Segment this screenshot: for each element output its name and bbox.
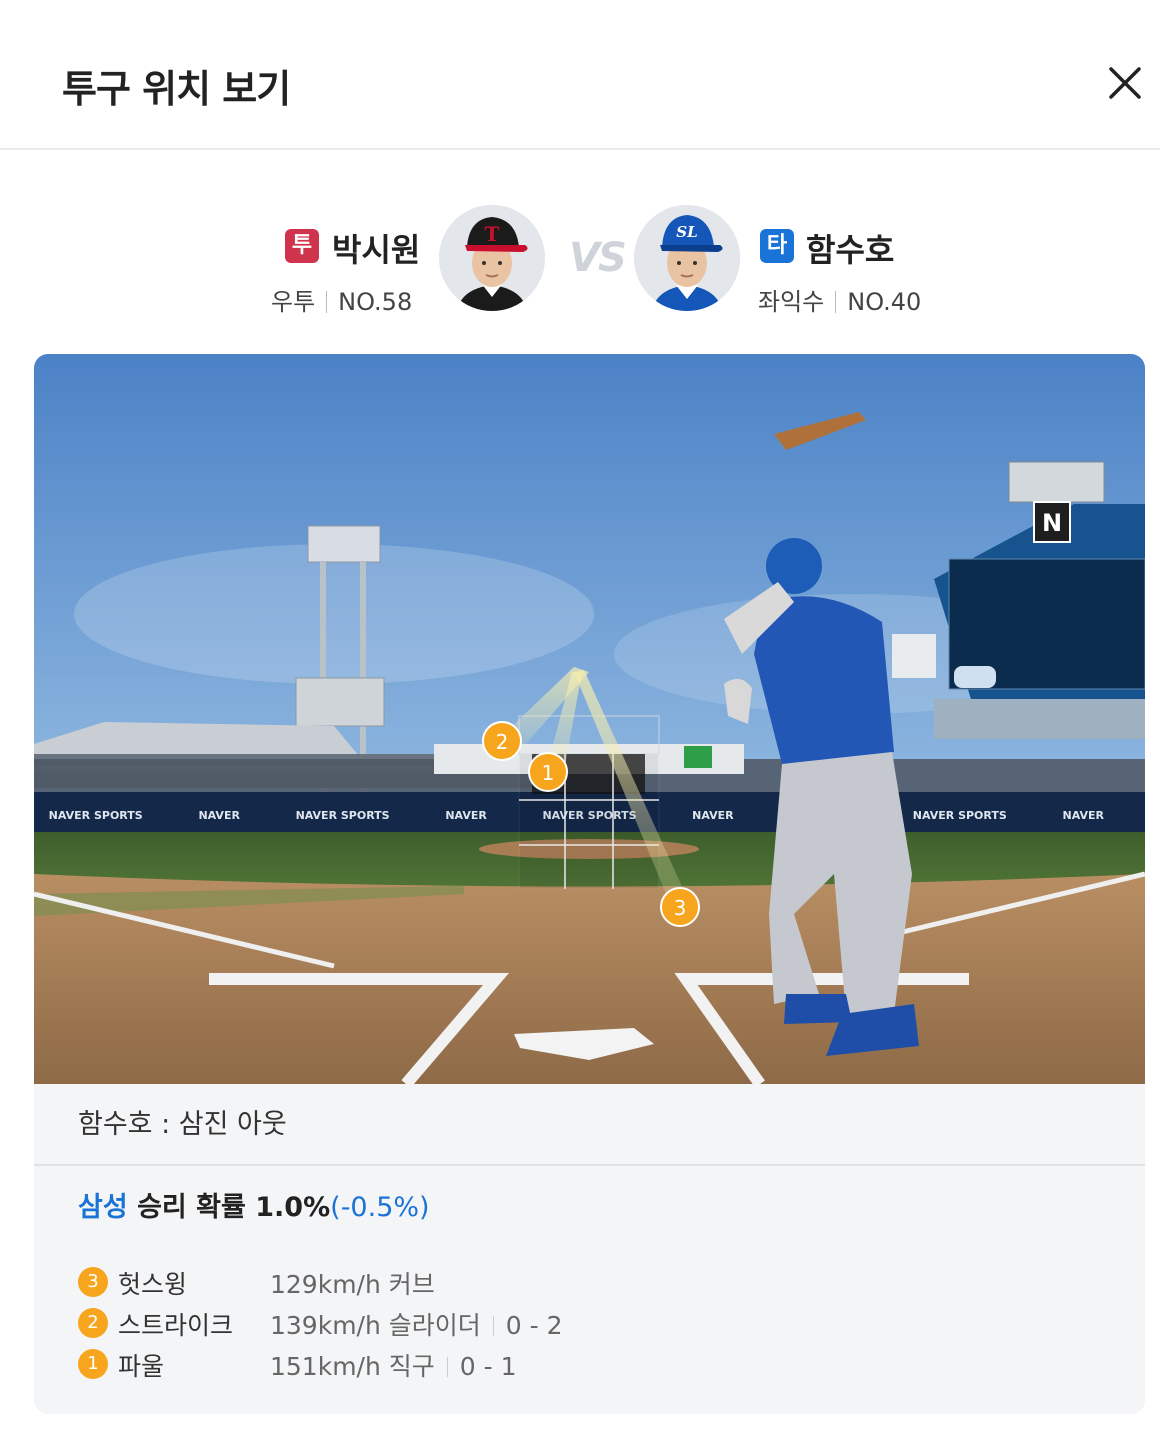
close-icon[interactable]: [1100, 58, 1150, 108]
modal-title: 투구 위치 보기: [62, 67, 291, 111]
wall-banner-text: NAVER: [445, 809, 487, 822]
pitch-number-badge: 1: [78, 1349, 108, 1379]
wall-banner-text: NAVER: [1063, 809, 1105, 822]
pitcher-badge: 투: [285, 229, 319, 263]
pitcher-meta: 우투 NO.58: [271, 282, 412, 317]
win-probability-value: 1.0%: [255, 1192, 331, 1223]
batter-badge: 타: [760, 229, 794, 263]
wall-banner-text: NAVER SPORTS: [49, 809, 143, 822]
pitch-location-field: N NAVER SPORTS NAVER NAVER SPORTS NAVER NAVE…: [34, 354, 1145, 1084]
batter-avatar[interactable]: SL: [634, 205, 740, 311]
at-bat-summary: 함수호 : 삼진 아웃 삼성 승리 확률 1.0%(-0.5%) 3 헛스윙 1…: [34, 1084, 1145, 1414]
pitch-marker-2[interactable]: 2: [482, 721, 522, 761]
pitcher-number: NO.58: [338, 288, 413, 316]
batter-meta: 좌익수 NO.40: [758, 282, 921, 317]
svg-text:3: 3: [674, 896, 687, 920]
win-probability-label: 승리 확률: [137, 1192, 246, 1223]
pitch-info: 151km/h 직구 0 - 1: [270, 1347, 517, 1383]
pitcher-hand: 우투: [271, 288, 316, 316]
pitch-info: 129km/h 커브: [270, 1265, 435, 1301]
pitch-marker-3[interactable]: 3: [660, 887, 700, 927]
pitch-location-modal: 투구 위치 보기 투 박시원 우투 NO.58 T VS SL 타 함수호 좌익…: [0, 0, 1160, 1429]
pitch-speed: 129km/h: [270, 1270, 381, 1299]
wall-banner-text: NAVER: [198, 809, 240, 822]
batter-hand: 좌익수: [758, 288, 825, 316]
at-bat-result: 함수호 : 삼진 아웃: [78, 1109, 287, 1140]
win-probability: 삼성 승리 확률 1.0%(-0.5%): [78, 1185, 430, 1224]
pitch-speed: 139km/h: [270, 1311, 381, 1340]
pitch-type: 직구: [388, 1352, 435, 1381]
pitch-result: 파울: [118, 1352, 165, 1381]
svg-text:N: N: [1042, 509, 1062, 537]
pitch-type: 슬라이더: [388, 1311, 481, 1340]
pitch-info: 139km/h 슬라이더 0 - 2: [270, 1306, 563, 1342]
svg-text:SL: SL: [676, 223, 697, 241]
svg-text:1: 1: [542, 761, 555, 785]
batter-name[interactable]: 함수호: [806, 225, 894, 271]
pitch-result: 스트라이크: [118, 1311, 234, 1340]
modal-header: 투구 위치 보기: [0, 0, 1160, 150]
svg-text:T: T: [485, 222, 500, 246]
pitch-count: 0 - 2: [505, 1311, 563, 1340]
wall-banner-text: NAVER SPORTS: [296, 809, 390, 822]
upper-deck-board: [295, 677, 385, 727]
pitcher-avatar[interactable]: T: [439, 205, 545, 311]
wall-banner-text: NAVER SPORTS: [913, 809, 1007, 822]
batter-number: NO.40: [847, 288, 922, 316]
pitcher-name[interactable]: 박시원: [332, 225, 420, 271]
divider: [34, 1164, 1145, 1166]
win-probability-delta: (-0.5%): [330, 1192, 430, 1223]
player-matchup: 투 박시원 우투 NO.58 T VS SL 타 함수호 좌익수 NO.40: [0, 195, 1160, 325]
vs-label: VS: [569, 235, 627, 281]
win-probability-team: 삼성: [78, 1192, 128, 1223]
pitch-result: 헛스윙: [118, 1270, 188, 1299]
svg-text:2: 2: [496, 730, 509, 754]
pitch-marker-1[interactable]: 1: [528, 752, 568, 792]
pitch-speed: 151km/h: [270, 1352, 381, 1381]
pitch-number-badge: 3: [78, 1267, 108, 1297]
pitch-count: 0 - 1: [459, 1352, 517, 1381]
pitch-type: 커브: [388, 1270, 435, 1299]
wall-banner-text: NAVER: [692, 809, 734, 822]
pitch-number-badge: 2: [78, 1308, 108, 1338]
